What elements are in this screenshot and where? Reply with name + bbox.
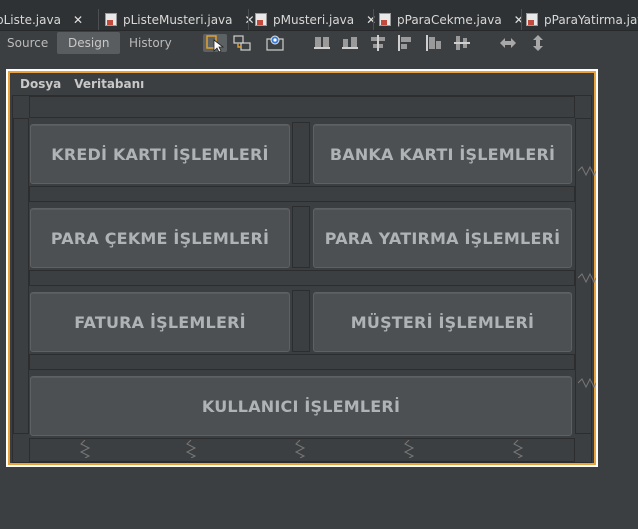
tab-paracekme[interactable]: pParaCekme.java ✕ xyxy=(379,9,524,30)
selection-mode-icon[interactable] xyxy=(203,34,227,52)
java-file-icon xyxy=(105,13,117,26)
jframe-form[interactable]: Dosya Veritabanı KREDİ KARTI İŞLEMLERİ B… xyxy=(6,69,598,467)
layout-gap-column xyxy=(292,122,310,184)
spring-icon xyxy=(79,440,91,458)
spring-icon xyxy=(578,272,596,284)
menu-veritabani[interactable]: Veritabanı xyxy=(74,77,144,91)
align-left-icon[interactable] xyxy=(313,34,331,52)
center-horizontally-icon[interactable] xyxy=(369,34,387,52)
layout-gap-left xyxy=(13,118,29,434)
para-cekme-button[interactable]: PARA ÇEKME İŞLEMLERİ xyxy=(30,208,290,268)
spring-icon xyxy=(294,440,306,458)
center-vertically-icon[interactable] xyxy=(453,34,471,52)
buttons-panel: KREDİ KARTI İŞLEMLERİ BANKA KARTI İŞLEML… xyxy=(12,95,592,463)
change-vertical-resizability-icon[interactable] xyxy=(529,34,547,52)
spring-icon xyxy=(578,165,596,177)
preview-design-icon[interactable] xyxy=(266,34,284,52)
spring-icon xyxy=(185,440,197,458)
java-file-icon xyxy=(255,13,267,26)
design-tab[interactable]: Design xyxy=(57,32,121,54)
history-tab[interactable]: History xyxy=(118,32,183,54)
layout-gap-top xyxy=(29,96,575,118)
java-file-icon xyxy=(526,13,538,26)
tab-pliste[interactable]: pListe.java ✕ xyxy=(0,9,83,30)
close-icon[interactable]: ✕ xyxy=(366,13,376,27)
spring-icon xyxy=(403,440,415,458)
tab-label: pParaYatirma.java xyxy=(544,12,638,27)
kullanici-button[interactable]: KULLANICI İŞLEMLERİ xyxy=(30,376,572,436)
source-tab[interactable]: Source xyxy=(0,32,59,54)
tab-label: pListeMusteri.java xyxy=(123,12,233,27)
layout-gap-column xyxy=(292,290,310,352)
close-icon[interactable]: ✕ xyxy=(245,13,255,27)
align-bottom-icon[interactable] xyxy=(425,34,443,52)
tab-parayatirma[interactable]: pParaYatirma.java xyxy=(526,9,638,30)
ide-window: pListe.java ✕ pListeMusteri.java ✕ pMust… xyxy=(0,0,638,529)
layout-gap-row xyxy=(29,270,575,286)
tab-separator xyxy=(373,9,374,30)
tab-label: pParaCekme.java xyxy=(397,12,502,27)
change-horizontal-resizability-icon[interactable] xyxy=(499,34,517,52)
layout-gap-row xyxy=(29,186,575,202)
tab-label: pMusteri.java xyxy=(273,12,355,27)
banka-karti-button[interactable]: BANKA KARTI İŞLEMLERİ xyxy=(313,124,572,184)
layout-gap-column xyxy=(292,206,310,268)
editor-tab-bar: pListe.java ✕ pListeMusteri.java ✕ pMust… xyxy=(0,0,638,31)
align-right-icon[interactable] xyxy=(341,34,359,52)
layout-gap-row xyxy=(29,354,575,370)
tab-separator xyxy=(98,9,99,30)
tab-pmusteri[interactable]: pMusteri.java ✕ xyxy=(255,9,376,30)
tab-label: pListe.java xyxy=(0,12,61,27)
close-icon[interactable]: ✕ xyxy=(514,13,524,27)
para-yatirma-button[interactable]: PARA YATIRMA İŞLEMLERİ xyxy=(313,208,572,268)
tab-separator xyxy=(521,9,522,30)
spring-icon xyxy=(512,440,524,458)
kredi-karti-button[interactable]: KREDİ KARTI İŞLEMLERİ xyxy=(30,124,290,184)
musteri-button[interactable]: MÜŞTERİ İŞLEMLERİ xyxy=(313,292,572,352)
close-icon[interactable]: ✕ xyxy=(73,13,83,27)
java-file-icon xyxy=(379,13,391,26)
designer-toolbar: Source Design History xyxy=(0,31,638,57)
connection-mode-icon[interactable] xyxy=(233,34,251,52)
fatura-button[interactable]: FATURA İŞLEMLERİ xyxy=(30,292,290,352)
tab-separator xyxy=(248,9,249,30)
menu-bar: Dosya Veritabanı xyxy=(12,73,149,95)
align-top-icon[interactable] xyxy=(397,34,415,52)
menu-dosya[interactable]: Dosya xyxy=(20,77,61,91)
tab-plistemusteri[interactable]: pListeMusteri.java ✕ xyxy=(105,9,255,30)
spring-icon xyxy=(578,377,596,389)
